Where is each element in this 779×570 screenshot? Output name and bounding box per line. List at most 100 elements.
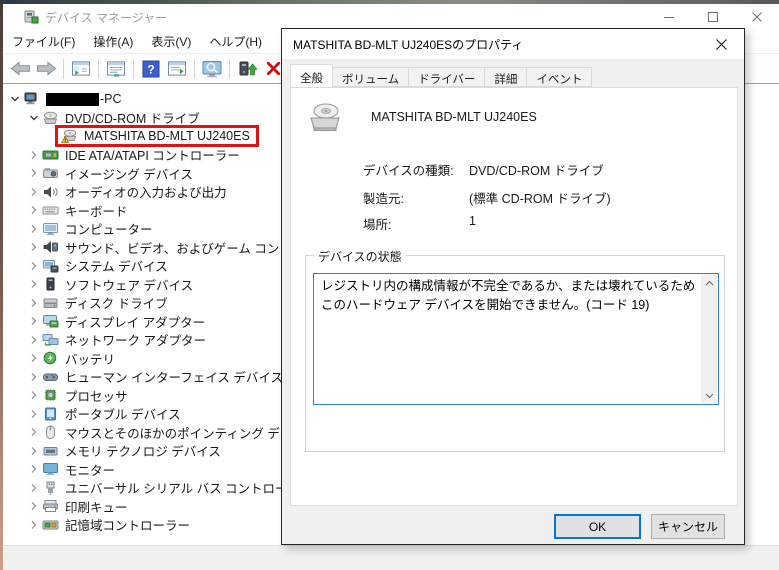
tree-item-label: モニター xyxy=(65,460,115,479)
maximize-button[interactable] xyxy=(691,4,735,30)
tree-item-label: オーディオの入力および出力 xyxy=(65,182,227,201)
properties-button[interactable] xyxy=(104,57,128,81)
tree-item-label: バッテリ xyxy=(65,349,115,368)
redacted-pc-name xyxy=(46,93,99,106)
forward-button[interactable] xyxy=(34,57,58,81)
general-tab-panel: MATSHITA BD-MLT UJ240ES デバイスの種類: DVD/CD-… xyxy=(290,87,738,506)
tree-item-label: MATSHITA BD-MLT UJ240ES xyxy=(84,129,250,143)
disk-drives-icon xyxy=(42,296,62,310)
chevron-collapsed-icon[interactable] xyxy=(26,388,42,402)
system-devices-icon xyxy=(42,259,62,273)
minimize-button[interactable] xyxy=(647,4,691,30)
tree-item-label: ユニバーサル シリアル バス コントローラー xyxy=(65,478,313,497)
show-console-tree-button[interactable] xyxy=(69,57,93,81)
cd-drive-icon xyxy=(42,111,62,125)
tab-1[interactable]: ボリューム xyxy=(333,67,409,87)
chevron-collapsed-icon[interactable] xyxy=(26,499,42,513)
ide-controller-icon xyxy=(42,148,62,162)
toolbar-separator xyxy=(63,59,64,79)
device-manager-app-icon xyxy=(23,9,39,25)
chevron-collapsed-icon[interactable] xyxy=(26,370,42,384)
device-name: MATSHITA BD-MLT UJ240ES xyxy=(371,110,537,124)
window-controls xyxy=(647,4,779,30)
dialog-title-bar: MATSHITA BD-MLT UJ240ESのプロパティ xyxy=(282,29,744,59)
chevron-collapsed-icon[interactable] xyxy=(26,481,42,495)
chevron-expanded-icon[interactable] xyxy=(7,92,23,106)
update-driver-button[interactable] xyxy=(235,57,259,81)
tree-item-label: キーボード xyxy=(65,201,128,220)
location-label: 場所: xyxy=(363,214,469,233)
menu-help[interactable]: ヘルプ(H) xyxy=(200,29,271,54)
usb-controller-icon xyxy=(42,481,62,495)
display-adapters-icon xyxy=(42,314,62,328)
window-title: デバイス マネージャー xyxy=(45,9,167,26)
software-devices-icon xyxy=(42,277,62,291)
tree-item-label: プロセッサ xyxy=(65,386,128,405)
cancel-button[interactable]: キャンセル xyxy=(651,514,725,539)
chevron-collapsed-icon[interactable] xyxy=(26,277,42,291)
device-status-textbox[interactable]: レジストリ内の構成情報が不完全であるか、または壊れているためこのハードウェア デ… xyxy=(313,273,719,405)
ok-button[interactable]: OK xyxy=(554,514,641,539)
chevron-collapsed-icon[interactable] xyxy=(26,240,42,254)
chevron-collapsed-icon[interactable] xyxy=(26,203,42,217)
properties-dialog: MATSHITA BD-MLT UJ240ESのプロパティ 全般ボリュームドライ… xyxy=(281,28,745,545)
dialog-title: MATSHITA BD-MLT UJ240ESのプロパティ xyxy=(293,36,523,53)
help-button[interactable]: ? xyxy=(139,57,163,81)
tree-item-label: IDE ATA/ATAPI コントローラー xyxy=(65,145,240,164)
scroll-up-icon[interactable] xyxy=(701,275,717,290)
dialog-close-button[interactable] xyxy=(699,29,744,59)
chevron-collapsed-icon[interactable] xyxy=(26,296,42,310)
action-pane-button[interactable] xyxy=(165,57,189,81)
chevron-collapsed-icon[interactable] xyxy=(26,444,42,458)
chevron-collapsed-icon[interactable] xyxy=(26,166,42,180)
chevron-collapsed-icon[interactable] xyxy=(26,333,42,347)
menu-file[interactable]: ファイル(F) xyxy=(3,29,84,54)
chevron-expanded-icon[interactable] xyxy=(26,111,42,125)
menu-view[interactable]: 表示(V) xyxy=(142,29,200,54)
network-adapters-icon xyxy=(42,333,62,347)
storage-controller-icon xyxy=(42,518,62,532)
manufacturer-value: (標準 CD-ROM ドライブ) xyxy=(469,188,611,207)
field-manufacturer: 製造元: (標準 CD-ROM ドライブ) xyxy=(363,188,611,207)
status-scrollbar[interactable] xyxy=(701,275,717,403)
computer-pc-icon xyxy=(23,92,43,106)
device-header: MATSHITA BD-MLT UJ240ES xyxy=(305,100,537,134)
device-type-value: DVD/CD-ROM ドライブ xyxy=(469,160,604,179)
back-button[interactable] xyxy=(8,57,32,81)
toolbar-separator xyxy=(133,59,134,79)
tree-item-label: コンピューター xyxy=(65,219,153,238)
chevron-collapsed-icon[interactable] xyxy=(26,351,42,365)
scan-hardware-changes-button[interactable] xyxy=(200,57,224,81)
chevron-collapsed-icon[interactable] xyxy=(26,462,42,476)
chevron-collapsed-icon[interactable] xyxy=(26,185,42,199)
tree-item-label: ソフトウェア デバイス xyxy=(65,275,193,294)
chevron-collapsed-icon[interactable] xyxy=(26,314,42,328)
device-status-groupbox: デバイスの状態 レジストリ内の構成情報が不完全であるか、または壊れているためこの… xyxy=(305,255,725,452)
chevron-collapsed-icon[interactable] xyxy=(26,222,42,236)
hid-icon xyxy=(42,370,62,384)
field-device-type: デバイスの種類: DVD/CD-ROM ドライブ xyxy=(363,160,604,179)
chevron-collapsed-icon[interactable] xyxy=(26,259,42,273)
chevron-collapsed-icon[interactable] xyxy=(26,425,42,439)
tree-item-label: ディスク ドライブ xyxy=(65,293,168,312)
location-value: 1 xyxy=(469,214,476,233)
dialog-tabs: 全般ボリュームドライバー詳細イベント xyxy=(290,65,592,87)
scroll-down-icon[interactable] xyxy=(701,388,717,403)
tree-item-label: システム デバイス xyxy=(65,256,168,275)
close-button[interactable] xyxy=(735,4,779,30)
tab-4[interactable]: イベント xyxy=(527,67,592,87)
chevron-collapsed-icon[interactable] xyxy=(26,148,42,162)
tab-0[interactable]: 全般 xyxy=(290,64,333,87)
tree-item-label: メモリ テクノロジ デバイス xyxy=(65,441,221,460)
menu-action[interactable]: 操作(A) xyxy=(84,29,142,54)
toolbar-separator xyxy=(229,59,230,79)
tab-2[interactable]: ドライバー xyxy=(409,67,485,87)
manufacturer-label: 製造元: xyxy=(363,188,469,207)
device-type-label: デバイスの種類: xyxy=(363,160,469,179)
tree-item-label: マウスとそのほかのポインティング デバイス xyxy=(65,423,317,442)
chevron-collapsed-icon[interactable] xyxy=(26,518,42,532)
tab-3[interactable]: 詳細 xyxy=(485,67,527,87)
chevron-collapsed-icon[interactable] xyxy=(26,407,42,421)
cd-drive-warning-icon xyxy=(61,129,81,143)
tree-item-label: ネットワーク アダプター xyxy=(65,330,206,349)
